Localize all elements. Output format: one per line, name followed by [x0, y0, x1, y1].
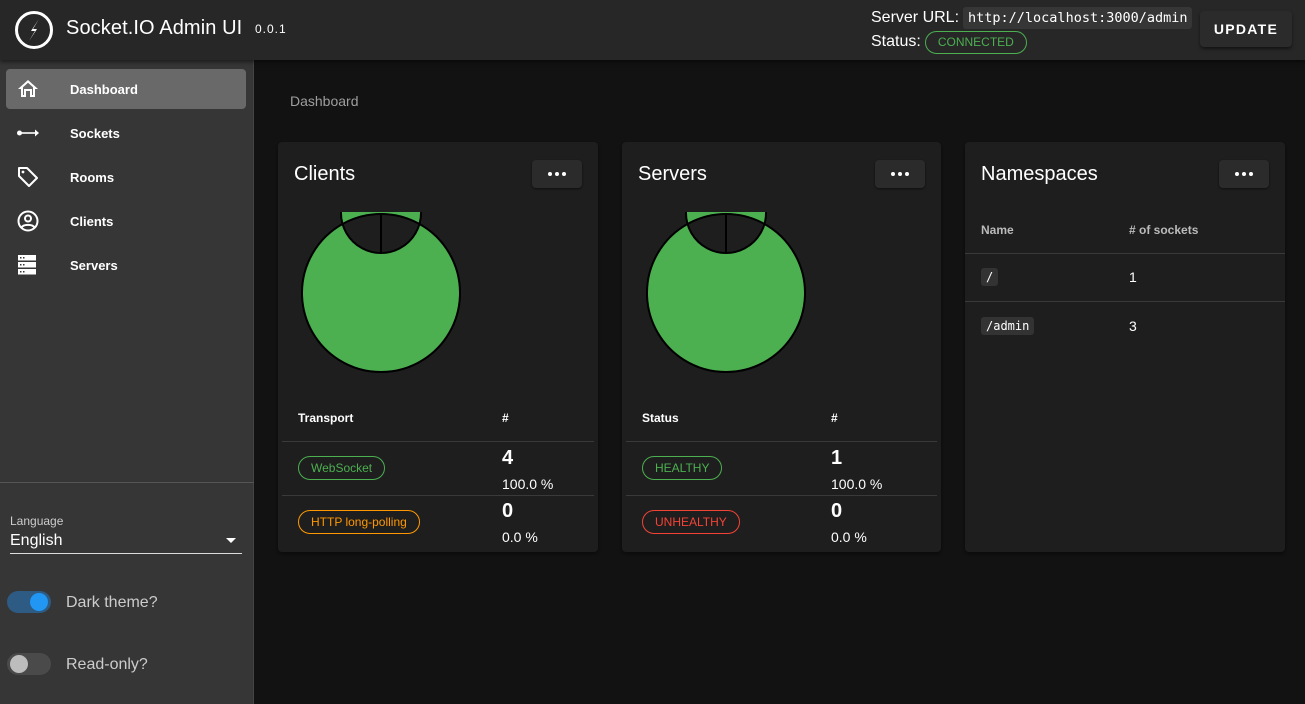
clients-donut-chart — [300, 212, 461, 373]
dark-theme-label: Dark theme? — [66, 594, 158, 611]
server-url-label: Server URL: — [871, 9, 960, 26]
card-title: Clients — [294, 163, 356, 185]
account-circle-icon — [17, 210, 39, 232]
server-info: Server URL: http://localhost:3000/admin … — [871, 6, 1193, 54]
servers-card: Servers Status # HEALTHY 1 100.0 % UNHEA… — [622, 142, 941, 552]
dark-theme-toggle[interactable] — [7, 591, 51, 613]
language-select[interactable]: English — [10, 530, 242, 554]
sidebar-item-label: Clients — [70, 214, 114, 229]
home-icon — [18, 80, 38, 97]
sidebar-divider — [0, 482, 254, 483]
column-header-name: Name — [981, 223, 1014, 237]
healthy-percent: 100.0 % — [831, 476, 883, 492]
app-version: 0.0.1 — [255, 22, 287, 36]
servers-donut-chart — [645, 212, 806, 373]
readonly-label: Read-only? — [66, 656, 148, 673]
server-chip-healthy: HEALTHY — [642, 456, 723, 480]
namespace-name: /admin — [981, 317, 1035, 335]
sidebar-item-sockets[interactable]: Sockets — [6, 113, 246, 153]
sidebar-item-label: Servers — [70, 258, 118, 273]
card-title: Namespaces — [981, 163, 1098, 185]
chevron-down-icon — [226, 538, 236, 543]
sidebar-item-label: Sockets — [70, 126, 120, 141]
polling-percent: 0.0 % — [502, 529, 538, 545]
clients-card: Clients Transport # WebSocket 4 100.0 % … — [278, 142, 598, 552]
column-header-count: # — [831, 411, 838, 425]
tag-icon — [18, 167, 38, 187]
sidebar-item-servers[interactable]: Servers — [6, 245, 246, 285]
namespace-name: / — [981, 268, 999, 286]
sidebar-item-rooms[interactable]: Rooms — [6, 157, 246, 197]
column-header-count: # — [502, 411, 509, 425]
polling-count: 0 — [502, 500, 514, 522]
namespaces-card: Namespaces Name # of sockets / 1 /admin … — [965, 142, 1285, 552]
more-icon — [548, 172, 552, 176]
server-url-value: http://localhost:3000/admin — [963, 7, 1193, 29]
column-header-status: Status — [642, 411, 679, 425]
divider — [626, 441, 937, 442]
server-chip-unhealthy: UNHEALTHY — [642, 510, 740, 534]
more-icon — [1235, 172, 1239, 176]
breadcrumb: Dashboard — [290, 93, 359, 109]
language-value: English — [10, 532, 63, 549]
toggle-thumb — [30, 593, 48, 611]
divider — [965, 301, 1285, 302]
transport-chip-polling: HTTP long-polling — [298, 510, 420, 534]
divider — [282, 441, 594, 442]
sidebar: Dashboard Sockets Rooms Clients Servers … — [0, 60, 254, 704]
column-header-transport: Transport — [298, 411, 354, 425]
namespace-socket-count: 1 — [1129, 269, 1137, 285]
socketio-logo-icon — [15, 11, 53, 49]
transport-chip-websocket: WebSocket — [298, 456, 386, 480]
more-icon — [891, 172, 895, 176]
app-bar: Socket.IO Admin UI 0.0.1 Server URL: htt… — [0, 0, 1305, 60]
socket-connection-icon — [17, 129, 39, 137]
websocket-percent: 100.0 % — [502, 476, 554, 492]
language-label: Language — [10, 514, 64, 528]
server-icon — [18, 255, 36, 275]
sidebar-item-label: Dashboard — [70, 82, 138, 97]
healthy-count: 1 — [831, 447, 843, 469]
readonly-toggle[interactable] — [7, 653, 51, 675]
column-header-sockets: # of sockets — [1129, 223, 1199, 237]
divider — [965, 253, 1285, 254]
card-title: Servers — [638, 163, 707, 185]
more-options-button[interactable] — [1219, 160, 1269, 188]
connection-status-badge: CONNECTED — [924, 30, 1027, 54]
unhealthy-count: 0 — [831, 500, 843, 522]
app-title: Socket.IO Admin UI — [66, 17, 243, 39]
more-options-button[interactable] — [875, 160, 925, 188]
unhealthy-percent: 0.0 % — [831, 529, 867, 545]
sidebar-item-clients[interactable]: Clients — [6, 201, 246, 241]
divider — [626, 495, 937, 496]
divider — [282, 495, 594, 496]
toggle-thumb — [10, 655, 28, 673]
sidebar-item-label: Rooms — [70, 170, 115, 185]
more-options-button[interactable] — [532, 160, 582, 188]
sidebar-item-dashboard[interactable]: Dashboard — [6, 69, 246, 109]
namespace-socket-count: 3 — [1129, 318, 1137, 334]
update-button[interactable]: UPDATE — [1200, 11, 1292, 47]
status-label: Status: — [871, 33, 921, 50]
websocket-count: 4 — [502, 447, 514, 469]
